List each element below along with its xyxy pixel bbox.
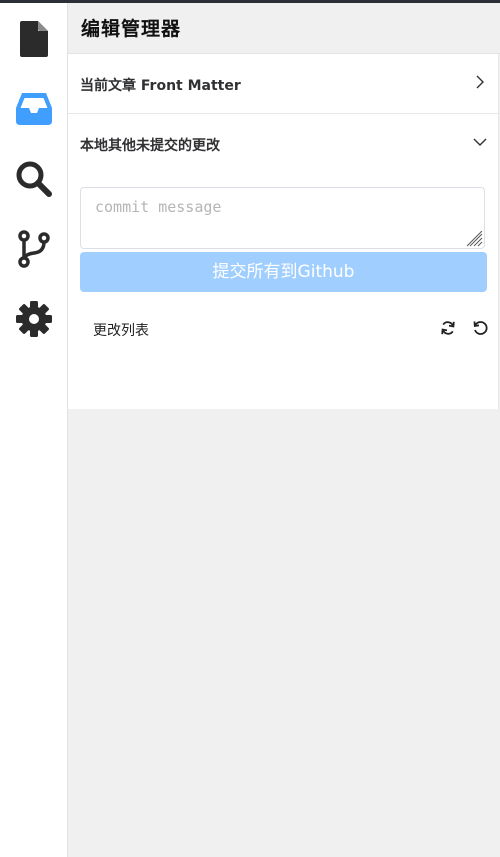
gear-icon <box>15 301 52 337</box>
activity-item-inbox[interactable] <box>0 89 67 129</box>
header: 编辑管理器 <box>68 3 500 54</box>
commit-message-placeholder: commit message <box>95 198 222 216</box>
activity-bar <box>0 3 68 857</box>
page-title: 编辑管理器 <box>81 18 182 40</box>
chevron-down-icon <box>473 138 487 146</box>
activity-item-search[interactable] <box>0 159 67 199</box>
resize-grip-icon[interactable] <box>467 231 483 247</box>
commit-message-input[interactable]: commit message <box>80 187 485 249</box>
undo-icon[interactable] <box>472 320 488 336</box>
submit-all-button[interactable]: 提交所有到Github <box>80 252 487 292</box>
activity-item-files[interactable] <box>0 19 67 59</box>
collapse-front-matter[interactable]: 当前文章 Front Matter <box>68 54 498 114</box>
editor-manager: 编辑管理器 当前文章 Front Matter 本地其他未提交的更改 commi… <box>68 3 500 857</box>
activity-item-git[interactable] <box>0 229 67 269</box>
git-branch-icon <box>17 230 50 268</box>
changes-list-label: 更改列表 <box>93 323 149 339</box>
inbox-icon <box>15 93 52 125</box>
collapse-local-changes[interactable]: 本地其他未提交的更改 <box>68 114 498 173</box>
chevron-right-icon <box>476 75 484 89</box>
search-icon <box>16 161 52 197</box>
collapse-panel: 当前文章 Front Matter 本地其他未提交的更改 commit mess… <box>68 54 499 409</box>
file-icon <box>19 21 48 57</box>
activity-item-settings[interactable] <box>0 299 67 339</box>
refresh-icon[interactable] <box>440 320 456 336</box>
collapse-local-changes-label: 本地其他未提交的更改 <box>80 138 220 154</box>
collapse-front-matter-label: 当前文章 Front Matter <box>80 78 241 94</box>
